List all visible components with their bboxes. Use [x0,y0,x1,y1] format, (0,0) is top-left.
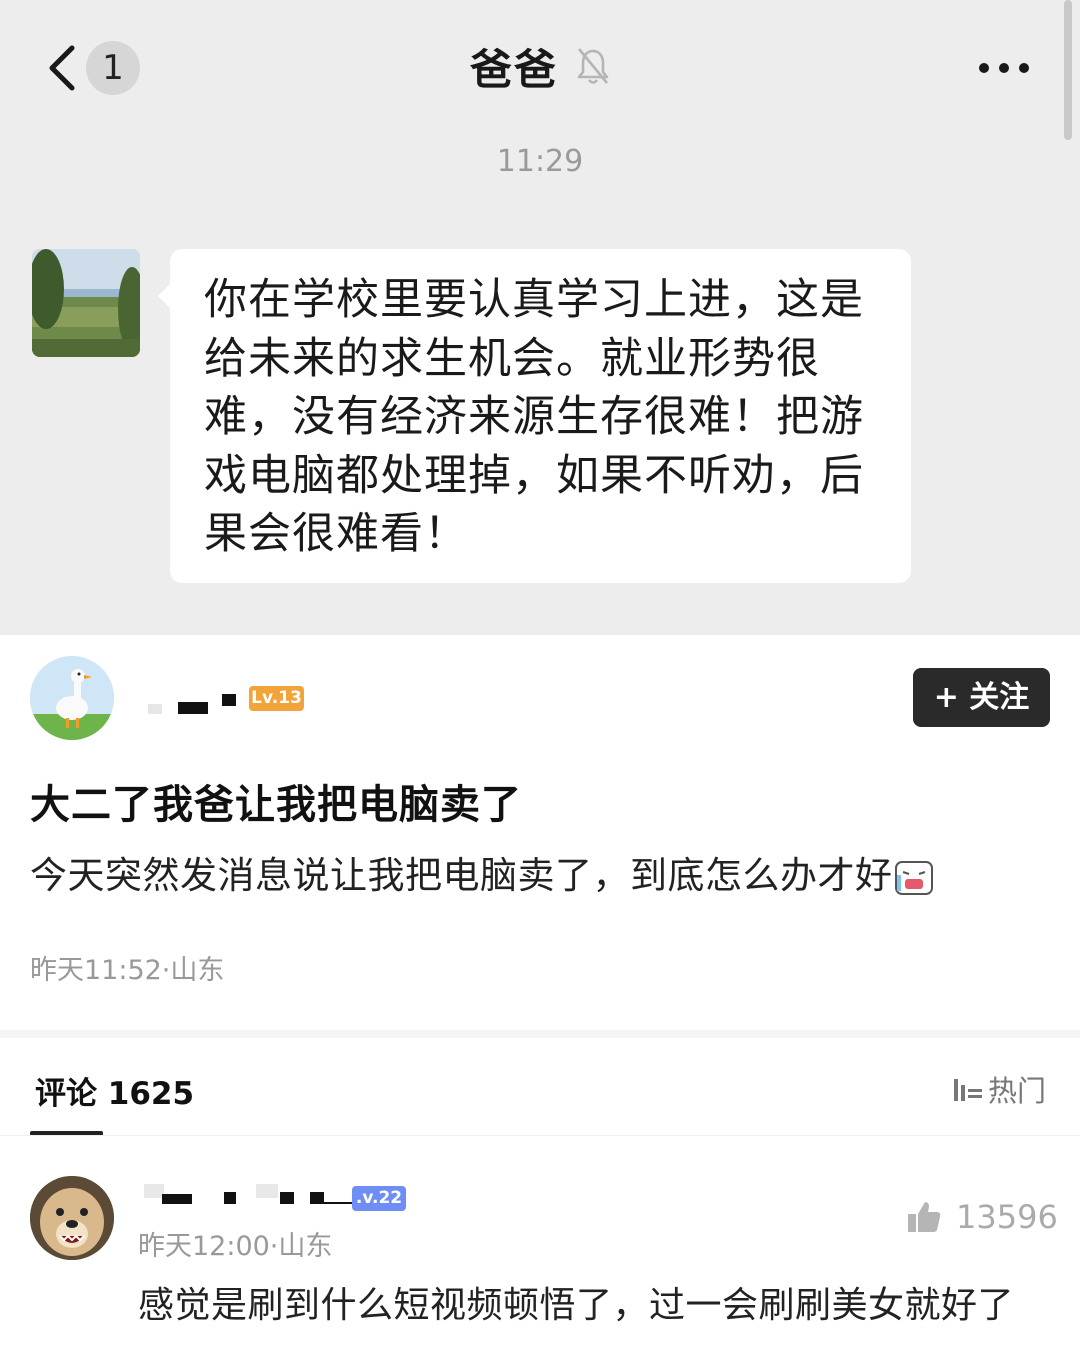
like-button[interactable]: 13596 [906,1198,1058,1236]
chat-screenshot: 1 爸爸 11:29 你在学校里要认真学习上进，这是给未来的求生机会。就业形势很… [0,0,1080,635]
sort-icon [954,1079,982,1101]
follow-button[interactable]: + 关注 [913,668,1050,727]
bubble-tail [158,284,170,308]
sort-hot-button[interactable]: 热门 [952,1068,1046,1110]
author-level-badge: Lv.13 [249,686,304,711]
crying-emoji-icon [894,860,933,895]
more-dots-icon[interactable] [974,58,1034,78]
bell-off-icon [577,48,609,84]
landscape-avatar-image [32,249,140,357]
section-divider [0,1030,1080,1038]
message-text: 你在学校里要认真学习上进，这是给未来的求生机会。就业形势很难，没有经济来源生存很… [204,275,864,559]
thumbs-up-icon [908,1202,941,1232]
divider [0,1135,1080,1136]
tab-comments[interactable]: 评论 1625 [35,1068,194,1113]
like-count: 13596 [956,1198,1058,1236]
chat-timestamp: 11:29 [496,144,584,179]
contact-avatar[interactable] [32,249,140,357]
commenter-avatar[interactable] [30,1176,114,1260]
dog-avatar-image [30,1176,114,1260]
message-bubble[interactable]: 你在学校里要认真学习上进，这是给未来的求生机会。就业形势很难，没有经济来源生存很… [170,249,911,583]
post-meta: 昨天11:52·山东 [30,955,225,986]
post-title: 大二了我爸让我把电脑卖了 [30,782,522,828]
post-body: 今天突然发消息说让我把电脑卖了，到底怎么办才好 [30,845,935,899]
sort-label: 热门 [988,1074,1047,1108]
chat-header: 1 爸爸 [0,0,1080,140]
chat-title: 爸爸 [469,44,558,94]
commenter-name-redacted [144,1184,352,1204]
chat-title-row: 爸爸 [0,36,1080,96]
comment-meta: 昨天12:00·山东 [138,1231,333,1262]
author-avatar[interactable] [30,656,114,740]
post-body-text: 今天突然发消息说让我把电脑卖了，到底怎么办才好 [30,854,893,897]
comment-text: 感觉是刷到什么短视频顿悟了，过一会刷刷美女就好了 [138,1285,1015,1326]
commenter-level-badge: .v.22 [352,1186,406,1211]
scrollbar[interactable] [1064,0,1072,140]
goose-avatar-image [30,656,114,740]
author-name-redacted [148,694,236,714]
